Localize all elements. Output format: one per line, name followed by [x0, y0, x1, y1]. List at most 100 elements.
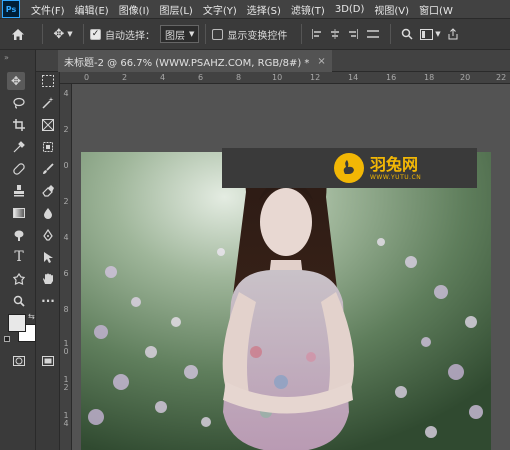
divider [42, 24, 43, 44]
more-tools-icon[interactable]: ··· [39, 292, 57, 310]
ruler-tick: 1 4 [63, 411, 69, 428]
object-selection-tool-icon[interactable] [39, 138, 57, 156]
move-tool-icon[interactable]: ✥ [7, 72, 25, 90]
ruler-tick: 1 0 [63, 339, 69, 356]
menu-file[interactable]: 文件(F) [26, 2, 70, 17]
zoom-tool-icon[interactable] [10, 292, 28, 310]
close-icon[interactable]: × [317, 56, 325, 67]
horizontal-ruler[interactable]: 0 2 4 6 8 10 12 14 16 18 20 22 [60, 72, 510, 84]
ruler-tick: 6 [63, 269, 69, 278]
divider [205, 24, 207, 44]
menu-layer[interactable]: 图层(L) [154, 2, 197, 17]
custom-shape-tool-icon[interactable] [10, 270, 28, 288]
canvas-area[interactable]: 羽兔网 WWW.YUTU.CN [72, 84, 510, 450]
gradient-tool-icon[interactable] [10, 204, 28, 222]
healing-brush-tool-icon[interactable] [10, 160, 28, 178]
move-tool-preset-button[interactable]: ✥ ▼ [49, 22, 77, 46]
menu-image[interactable]: 图像(I) [114, 2, 155, 17]
auto-select-checkbox[interactable]: ✓ [90, 28, 101, 40]
move-icon: ✥ [53, 26, 65, 42]
foreground-color-swatch[interactable] [8, 314, 26, 332]
layer-select-value: 图层 [165, 30, 185, 42]
toolbar-collapse-handle[interactable]: » [4, 53, 9, 62]
canvas-photo[interactable] [81, 152, 491, 450]
ruler-tick: 2 [122, 73, 128, 82]
ruler-tick: 6 [198, 73, 204, 82]
divider [83, 24, 84, 44]
ruler-tick: 4 [63, 89, 69, 98]
photoshop-logo[interactable]: Ps [2, 0, 20, 18]
menu-edit[interactable]: 编辑(E) [70, 2, 114, 17]
home-icon[interactable] [0, 22, 36, 46]
marquee-tool-icon[interactable] [39, 72, 57, 90]
ruler-tick: 10 [272, 73, 283, 82]
ruler-tick: 2 [63, 197, 69, 206]
lasso-tool-icon[interactable] [10, 94, 28, 112]
ruler-tick: 2 [63, 125, 69, 134]
menu-3d[interactable]: 3D(D) [330, 4, 370, 15]
tab-document[interactable]: 未标题-2 @ 66.7% (WWW.PSAHZ.COM, RGB/8#) * … [58, 50, 332, 72]
chevron-down-icon: ▼ [435, 30, 441, 38]
document-tab-bar: 未标题-2 @ 66.7% (WWW.PSAHZ.COM, RGB/8#) * … [36, 50, 510, 72]
hand-tool-icon[interactable] [39, 270, 57, 288]
ruler-tick: 18 [424, 73, 435, 82]
dodge-tool-icon[interactable] [10, 226, 28, 244]
layer-select-dropdown[interactable]: 图层 ▼ [160, 25, 200, 43]
pen-tool-icon[interactable] [39, 226, 57, 244]
type-tool-icon[interactable]: T [10, 248, 28, 266]
blur-tool-icon[interactable] [39, 204, 57, 222]
frame-tool-icon[interactable] [39, 116, 57, 134]
search-icon[interactable] [397, 22, 417, 46]
share-icon[interactable] [443, 22, 463, 46]
menu-bar: Ps 文件(F) 编辑(E) 图像(I) 图层(L) 文字(Y) 选择(S) 滤… [0, 0, 510, 18]
rabbit-logo-icon [334, 153, 364, 183]
chevron-down-icon: ▼ [189, 30, 195, 38]
crop-tool-icon[interactable] [10, 116, 28, 134]
ruler-tick: 0 [63, 161, 69, 170]
ruler-tick: 14 [348, 73, 359, 82]
menu-select[interactable]: 选择(S) [242, 2, 286, 17]
workspace-icon [420, 28, 434, 40]
brush-tool-icon[interactable] [39, 160, 57, 178]
path-selection-tool-icon[interactable] [39, 248, 57, 266]
screen-mode-icon[interactable] [39, 352, 57, 370]
auto-select-label: 自动选择： [105, 30, 155, 42]
menu-type[interactable]: 文字(Y) [198, 2, 242, 17]
ruler-tick: 0 [84, 73, 90, 82]
tools-panel-column-2: ··· [36, 72, 60, 450]
clone-stamp-tool-icon[interactable] [10, 182, 28, 200]
show-transform-checkbox[interactable] [212, 28, 224, 40]
swap-colors-icon[interactable]: ⇆ [28, 312, 35, 321]
menu-view[interactable]: 视图(V) [369, 2, 414, 17]
ruler-tick: 1 2 [63, 375, 69, 392]
chevron-down-icon: ▼ [67, 30, 73, 38]
magic-wand-tool-icon[interactable] [39, 94, 57, 112]
default-colors-icon[interactable] [4, 336, 10, 342]
ruler-tick: 8 [236, 73, 242, 82]
align-right-icon[interactable] [344, 22, 362, 46]
align-left-icon[interactable] [308, 22, 326, 46]
ruler-tick: 22 [496, 73, 507, 82]
menu-filter[interactable]: 滤镜(T) [286, 2, 330, 17]
ruler-tick: 4 [63, 233, 69, 242]
watermark-banner: 羽兔网 WWW.YUTU.CN [222, 148, 477, 188]
ruler-tick: 16 [386, 73, 397, 82]
vertical-ruler[interactable]: 4 2 0 2 4 6 8 1 0 1 2 1 4 [60, 84, 72, 450]
eyedropper-tool-icon[interactable] [10, 138, 28, 156]
divider [390, 24, 392, 44]
show-transform-label: 显示变换控件 [227, 30, 288, 42]
eraser-tool-icon[interactable] [39, 182, 57, 200]
divider [301, 24, 303, 44]
distribute-icon[interactable] [362, 22, 384, 46]
watermark-url: WWW.YUTU.CN [370, 173, 422, 181]
quick-mask-icon[interactable] [10, 352, 28, 370]
options-bar: ✥ ▼ ✓ 自动选择： 图层 ▼ 显示变换控件 ▼ [0, 18, 510, 50]
align-center-icon[interactable] [326, 22, 344, 46]
menu-window[interactable]: 窗口(W [414, 2, 458, 17]
ruler-tick: 8 [63, 305, 69, 314]
ruler-tick: 12 [310, 73, 321, 82]
photo-illustration [81, 152, 491, 450]
tools-panel: » ✥ T ⇆ [0, 50, 36, 450]
workspace-switcher-button[interactable]: ▼ [417, 22, 443, 46]
ruler-tick: 4 [160, 73, 166, 82]
